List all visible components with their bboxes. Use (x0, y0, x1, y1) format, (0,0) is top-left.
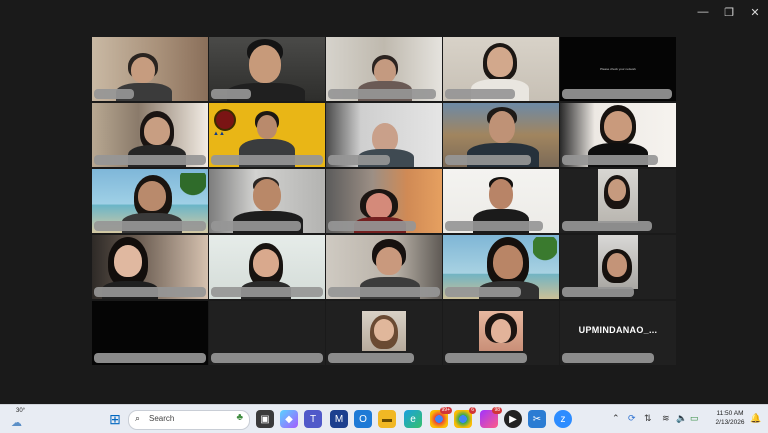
clock-time: 11:50 AM (716, 410, 744, 417)
close-button[interactable]: ✕ (746, 4, 764, 20)
participant-nameplate (94, 221, 206, 231)
video-tile-24-avatar[interactable] (443, 301, 559, 365)
participant-nameplate (94, 353, 206, 363)
participant-nameplate (562, 353, 654, 363)
participant-nameplate (211, 221, 301, 231)
up-logo-icon (214, 109, 236, 131)
weather-cloud-icon: ☁ (11, 417, 22, 429)
zoom-icon[interactable]: z (554, 410, 572, 428)
video-tile-17[interactable] (209, 235, 325, 299)
video-tile-13[interactable] (326, 169, 442, 233)
participant-nameplate (445, 221, 543, 231)
clock-date: 2/13/2026 (715, 419, 745, 426)
video-tile-20[interactable] (560, 235, 676, 299)
participant-nameplate (562, 89, 672, 99)
participant-display-name: UPMINDANAO_... (578, 325, 658, 335)
video-tile-10[interactable] (560, 103, 676, 167)
task-view-icon[interactable]: ▣ (256, 410, 274, 428)
video-tile-11[interactable] (92, 169, 208, 233)
system-clock[interactable]: 11:50 AM 2/13/2026 (710, 409, 750, 427)
weather-temp: 30° (16, 408, 26, 414)
palm-tree-background (533, 237, 557, 277)
video-tile-23-avatar[interactable] (326, 301, 442, 365)
messenger-notification-badge: 98 (492, 407, 502, 414)
participant-nameplate (328, 89, 436, 99)
video-tile-21-no-video[interactable] (92, 301, 208, 365)
participant-nameplate (562, 155, 658, 165)
video-tile-14[interactable] (443, 169, 559, 233)
video-tile-19[interactable] (443, 235, 559, 299)
participant-nameplate (94, 89, 134, 99)
media-player-icon[interactable]: ▶ (504, 410, 522, 428)
profile-photo (362, 311, 406, 351)
video-tile-8[interactable] (326, 103, 442, 167)
video-tile-7[interactable]: ▲▲ (209, 103, 325, 167)
participant-nameplate (211, 155, 323, 165)
notifications-bell-icon[interactable]: 🔔 (750, 413, 761, 424)
video-tile-6[interactable] (92, 103, 208, 167)
battery-icon[interactable]: ▭ (690, 413, 699, 424)
taskbar-search[interactable]: ⌕ Search ♣ (128, 410, 250, 430)
sync-icon[interactable]: ⟳ (628, 413, 636, 424)
chrome-notification-badge: 99+ (439, 407, 452, 414)
chrome-profile-icon[interactable]: 6 (454, 407, 476, 428)
video-tile-15[interactable] (560, 169, 676, 233)
chrome-profile-badge: 6 (469, 407, 476, 414)
participant-nameplate (562, 221, 652, 231)
participant-nameplate (445, 287, 521, 297)
upvdc-logo-icon: ▲▲ (213, 131, 225, 137)
participant-nameplate (211, 287, 323, 297)
video-tile-25-name-only[interactable]: UPMINDANAO_... (560, 301, 676, 365)
video-tile-5-no-video[interactable]: Please check your network (560, 37, 676, 101)
restore-button[interactable]: ❐ (720, 4, 738, 20)
participant-nameplate (445, 155, 531, 165)
minimize-button[interactable]: — (694, 4, 712, 20)
snipping-tool-icon[interactable]: ✂ (528, 410, 546, 428)
participant-nameplate (328, 287, 440, 297)
participant-nameplate (94, 155, 206, 165)
show-hidden-icons-chevron-up-icon[interactable]: ⌃ (612, 413, 620, 424)
copilot-icon[interactable]: ◆ (280, 410, 298, 428)
edge-icon[interactable]: e (404, 410, 422, 428)
video-tile-22-no-video[interactable] (209, 301, 325, 365)
volume-icon[interactable]: 🔈 (676, 413, 687, 424)
participant-nameplate (445, 89, 515, 99)
search-icon: ⌕ (135, 413, 141, 423)
messenger-icon[interactable]: 98 (480, 407, 502, 428)
video-tile-18[interactable] (326, 235, 442, 299)
participant-nameplate (211, 89, 251, 99)
video-tile-3[interactable] (326, 37, 442, 101)
video-gallery: Please check your network ▲▲ UPMINDANAO_… (92, 37, 676, 366)
palm-tree-background (180, 173, 206, 213)
outlook-icon[interactable]: O (354, 410, 372, 428)
search-placeholder: Search (149, 414, 175, 423)
video-tile-4[interactable] (443, 37, 559, 101)
video-tile-16[interactable] (92, 235, 208, 299)
participant-nameplate (328, 353, 414, 363)
participant-nameplate (562, 287, 634, 297)
participant-nameplate (328, 221, 416, 231)
network-caption: Please check your network (600, 67, 636, 71)
teams-icon[interactable]: T (304, 410, 322, 428)
video-tile-2-active-speaker[interactable] (209, 37, 325, 101)
chrome-icon[interactable]: 99+ (430, 407, 452, 428)
participant-nameplate (94, 287, 206, 297)
participant-nameplate (445, 353, 527, 363)
participant-nameplate (211, 353, 323, 363)
network-icon[interactable]: ⇅ (644, 413, 652, 424)
search-highlight-icon: ♣ (236, 412, 243, 423)
video-tile-1[interactable] (92, 37, 208, 101)
windows-taskbar: 30° ☁ ⊞ ⌕ Search ♣ ▣ ◆ T M O ▬ e 99+ 6 9… (0, 404, 768, 433)
weather-widget[interactable]: 30° ☁ (10, 408, 30, 430)
wifi-icon[interactable]: ≋ (662, 413, 670, 424)
window-titlebar: — ❐ ✕ (0, 0, 768, 24)
video-tile-9[interactable] (443, 103, 559, 167)
participant-nameplate (328, 155, 390, 165)
app-icon[interactable]: M (330, 410, 348, 428)
profile-photo (479, 311, 523, 351)
video-tile-12[interactable] (209, 169, 325, 233)
file-explorer-icon[interactable]: ▬ (378, 410, 396, 428)
start-windows-icon[interactable]: ⊞ (106, 410, 124, 428)
